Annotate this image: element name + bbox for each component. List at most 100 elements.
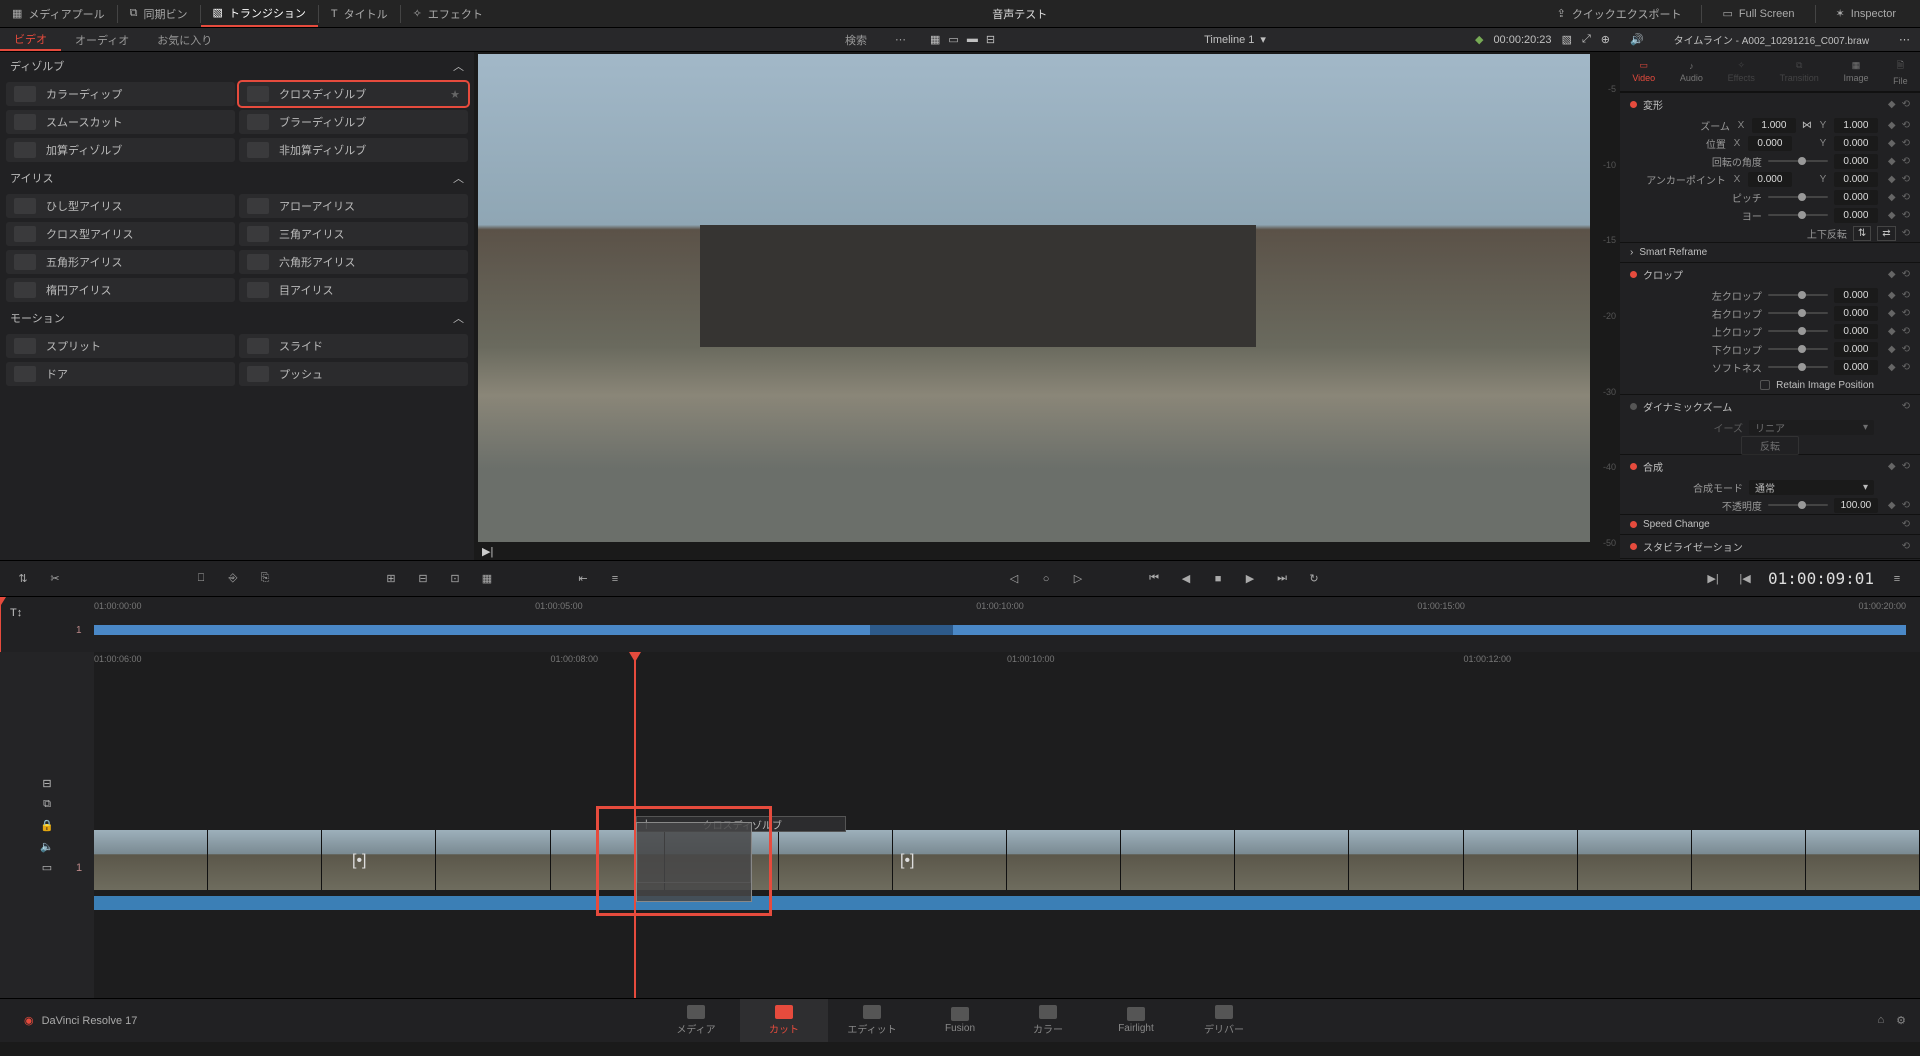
crop-soft-input[interactable] — [1834, 360, 1878, 375]
inspector-tab-audio[interactable]: ♪Audio — [1680, 61, 1703, 83]
flip-h-button[interactable]: ⇄ — [1877, 226, 1895, 241]
category-header[interactable]: アイリス — [10, 170, 53, 186]
opacity-input[interactable] — [1834, 498, 1878, 513]
chevron-up-icon[interactable]: ︿ — [453, 310, 464, 326]
transition-item[interactable]: 非加算ディゾルブ — [239, 138, 468, 162]
pos-x-input[interactable] — [1748, 136, 1792, 151]
play-icon[interactable]: ▶ — [1241, 570, 1259, 588]
transition-item[interactable]: アローアイリス — [239, 194, 468, 218]
category-header[interactable]: モーション — [10, 310, 65, 326]
insert-icon[interactable]: ⇤ — [574, 570, 592, 588]
speaker-icon[interactable]: 🔈 — [40, 840, 54, 853]
marker-icon[interactable]: ◆ — [1475, 33, 1483, 46]
ease-select[interactable]: リニア▾ — [1749, 420, 1874, 435]
page-edit[interactable]: エディット — [828, 999, 916, 1042]
crop-right-input[interactable] — [1834, 306, 1878, 321]
tool-row1-b[interactable]: ⧉ — [43, 798, 51, 811]
next-clip-icon[interactable]: ▶| — [1704, 570, 1722, 588]
audio-subtab[interactable]: オーディオ — [61, 28, 143, 51]
mini-timeline[interactable]: T↕ 1 01:00:00:0001:00:05:0001:00:10:0001… — [0, 596, 1920, 652]
timecode-display[interactable]: 01:00:09:01 — [1768, 569, 1874, 588]
transition-item[interactable]: クロス型アイリス — [6, 222, 235, 246]
composite-mode-select[interactable]: 通常▾ — [1749, 480, 1874, 495]
transition-tab[interactable]: ▧トランジション — [201, 0, 318, 27]
home-icon[interactable]: ⌂ — [1877, 1014, 1884, 1027]
inspector-more-icon[interactable]: ⋯ — [1899, 33, 1910, 46]
clip-thumbnail[interactable] — [1464, 830, 1578, 890]
crop-header[interactable]: クロップ — [1643, 267, 1683, 282]
inspector-tab-file[interactable]: 🗎File — [1893, 58, 1908, 86]
edit-out-icon[interactable]: [•] — [900, 852, 915, 870]
chevron-down-icon[interactable]: ▾ — [1260, 33, 1266, 46]
transition-item[interactable]: カラーディップ — [6, 82, 235, 106]
transition-item[interactable]: ドア — [6, 362, 235, 386]
go-start-icon[interactable]: ⏮ — [1145, 570, 1163, 588]
quick-export-button[interactable]: ⇪クイックエクスポート — [1545, 6, 1694, 22]
settings-icon[interactable]: ⚙ — [1896, 1014, 1906, 1027]
page-fusion[interactable]: Fusion — [916, 999, 1004, 1042]
video-track-1[interactable] — [94, 830, 1920, 910]
transition-item[interactable]: 三角アイリス — [239, 222, 468, 246]
playhead[interactable] — [634, 652, 636, 998]
effect-tab[interactable]: ✧エフェクト — [401, 0, 495, 27]
rotation-input[interactable] — [1834, 154, 1878, 169]
link-icon[interactable]: ⋈ — [1802, 120, 1812, 131]
transition-item[interactable]: 加算ディゾルブ — [6, 138, 235, 162]
smart-reframe-header[interactable]: Smart Reframe — [1639, 247, 1707, 258]
clip-thumbnail[interactable] — [1806, 830, 1920, 890]
page-cut[interactable]: カット — [740, 999, 828, 1042]
mini-playhead[interactable] — [0, 597, 1, 652]
tool-c-icon[interactable]: ⎘ — [256, 570, 274, 588]
prev-clip-icon[interactable]: |◀ — [1736, 570, 1754, 588]
stop-dot-icon[interactable]: ○ — [1037, 570, 1055, 588]
view-icon-3[interactable]: ▬ — [967, 33, 978, 46]
view-icon-1[interactable]: ▦ — [930, 33, 940, 46]
clip-thumbnail[interactable] — [1235, 830, 1349, 890]
cut-icon[interactable]: ✂ — [46, 570, 64, 588]
clip-thumbnail[interactable] — [779, 830, 893, 890]
crop-top-slider[interactable] — [1768, 330, 1828, 332]
crop-left-slider[interactable] — [1768, 294, 1828, 296]
inspector-tab-transition[interactable]: ⧉Transition — [1780, 60, 1819, 83]
page-fairlight[interactable]: Fairlight — [1092, 999, 1180, 1042]
transition-item[interactable]: スムースカット — [6, 110, 235, 134]
clip-thumbnail[interactable] — [208, 830, 322, 890]
transition-item[interactable]: 六角形アイリス — [239, 250, 468, 274]
favorite-subtab[interactable]: お気に入り — [143, 28, 226, 51]
transform-header[interactable]: 変形 — [1643, 97, 1663, 112]
transition-item[interactable]: クロスディゾルブ★ — [239, 82, 468, 106]
crop-bottom-slider[interactable] — [1768, 348, 1828, 350]
pos-y-input[interactable] — [1834, 136, 1878, 151]
inspector-tab-video[interactable]: ▭Video — [1632, 60, 1655, 83]
tool-icon-2[interactable]: ⤢ — [1582, 33, 1591, 46]
view-icon-2[interactable]: ▭ — [948, 33, 958, 46]
inspector-tab-effects[interactable]: ✧Effects — [1728, 60, 1755, 83]
star-icon[interactable]: ★ — [450, 88, 460, 101]
clip-thumbnail[interactable] — [1578, 830, 1692, 890]
mini-track[interactable] — [94, 625, 1906, 635]
tool-a-icon[interactable]: ⎕ — [192, 570, 210, 588]
pitch-input[interactable] — [1834, 190, 1878, 205]
tool-icon-3[interactable]: ⊕ — [1601, 33, 1610, 46]
chevron-right-icon[interactable]: › — [1630, 247, 1633, 258]
tool-b-icon[interactable]: ⎆ — [224, 570, 242, 588]
go-end-icon[interactable]: ⏭ — [1273, 570, 1291, 588]
audio-track[interactable] — [94, 896, 1920, 910]
tool-row1-a[interactable]: ⊟ — [42, 777, 51, 790]
full-screen-button[interactable]: ▭Full Screen — [1710, 7, 1806, 20]
timeline[interactable]: ⊟ ⧉ 🔒 🔈 ▭ 01:00:06:0001:00:08:0001:00:10… — [0, 652, 1920, 998]
timeline-name[interactable]: Timeline 1 — [1204, 34, 1254, 46]
transition-item[interactable]: 楕円アイリス — [6, 278, 235, 302]
anchor-x-input[interactable] — [1748, 172, 1792, 187]
volume-icon[interactable]: 🔊 — [1630, 33, 1644, 46]
crop-left-input[interactable] — [1834, 288, 1878, 303]
media-pool-tab[interactable]: ▦メディアプール — [0, 0, 117, 27]
edit-in-icon[interactable]: [•] — [352, 852, 367, 870]
keyframe-icon[interactable]: ◆ — [1888, 99, 1896, 110]
crop-right-slider[interactable] — [1768, 312, 1828, 314]
inspector-button[interactable]: ✶Inspector — [1824, 7, 1908, 20]
view-icon[interactable]: ▭ — [42, 861, 52, 874]
clip-thumbnail[interactable] — [1692, 830, 1806, 890]
tool-icon-1[interactable]: ▧ — [1562, 33, 1572, 46]
append-icon[interactable]: ≡ — [606, 570, 624, 588]
